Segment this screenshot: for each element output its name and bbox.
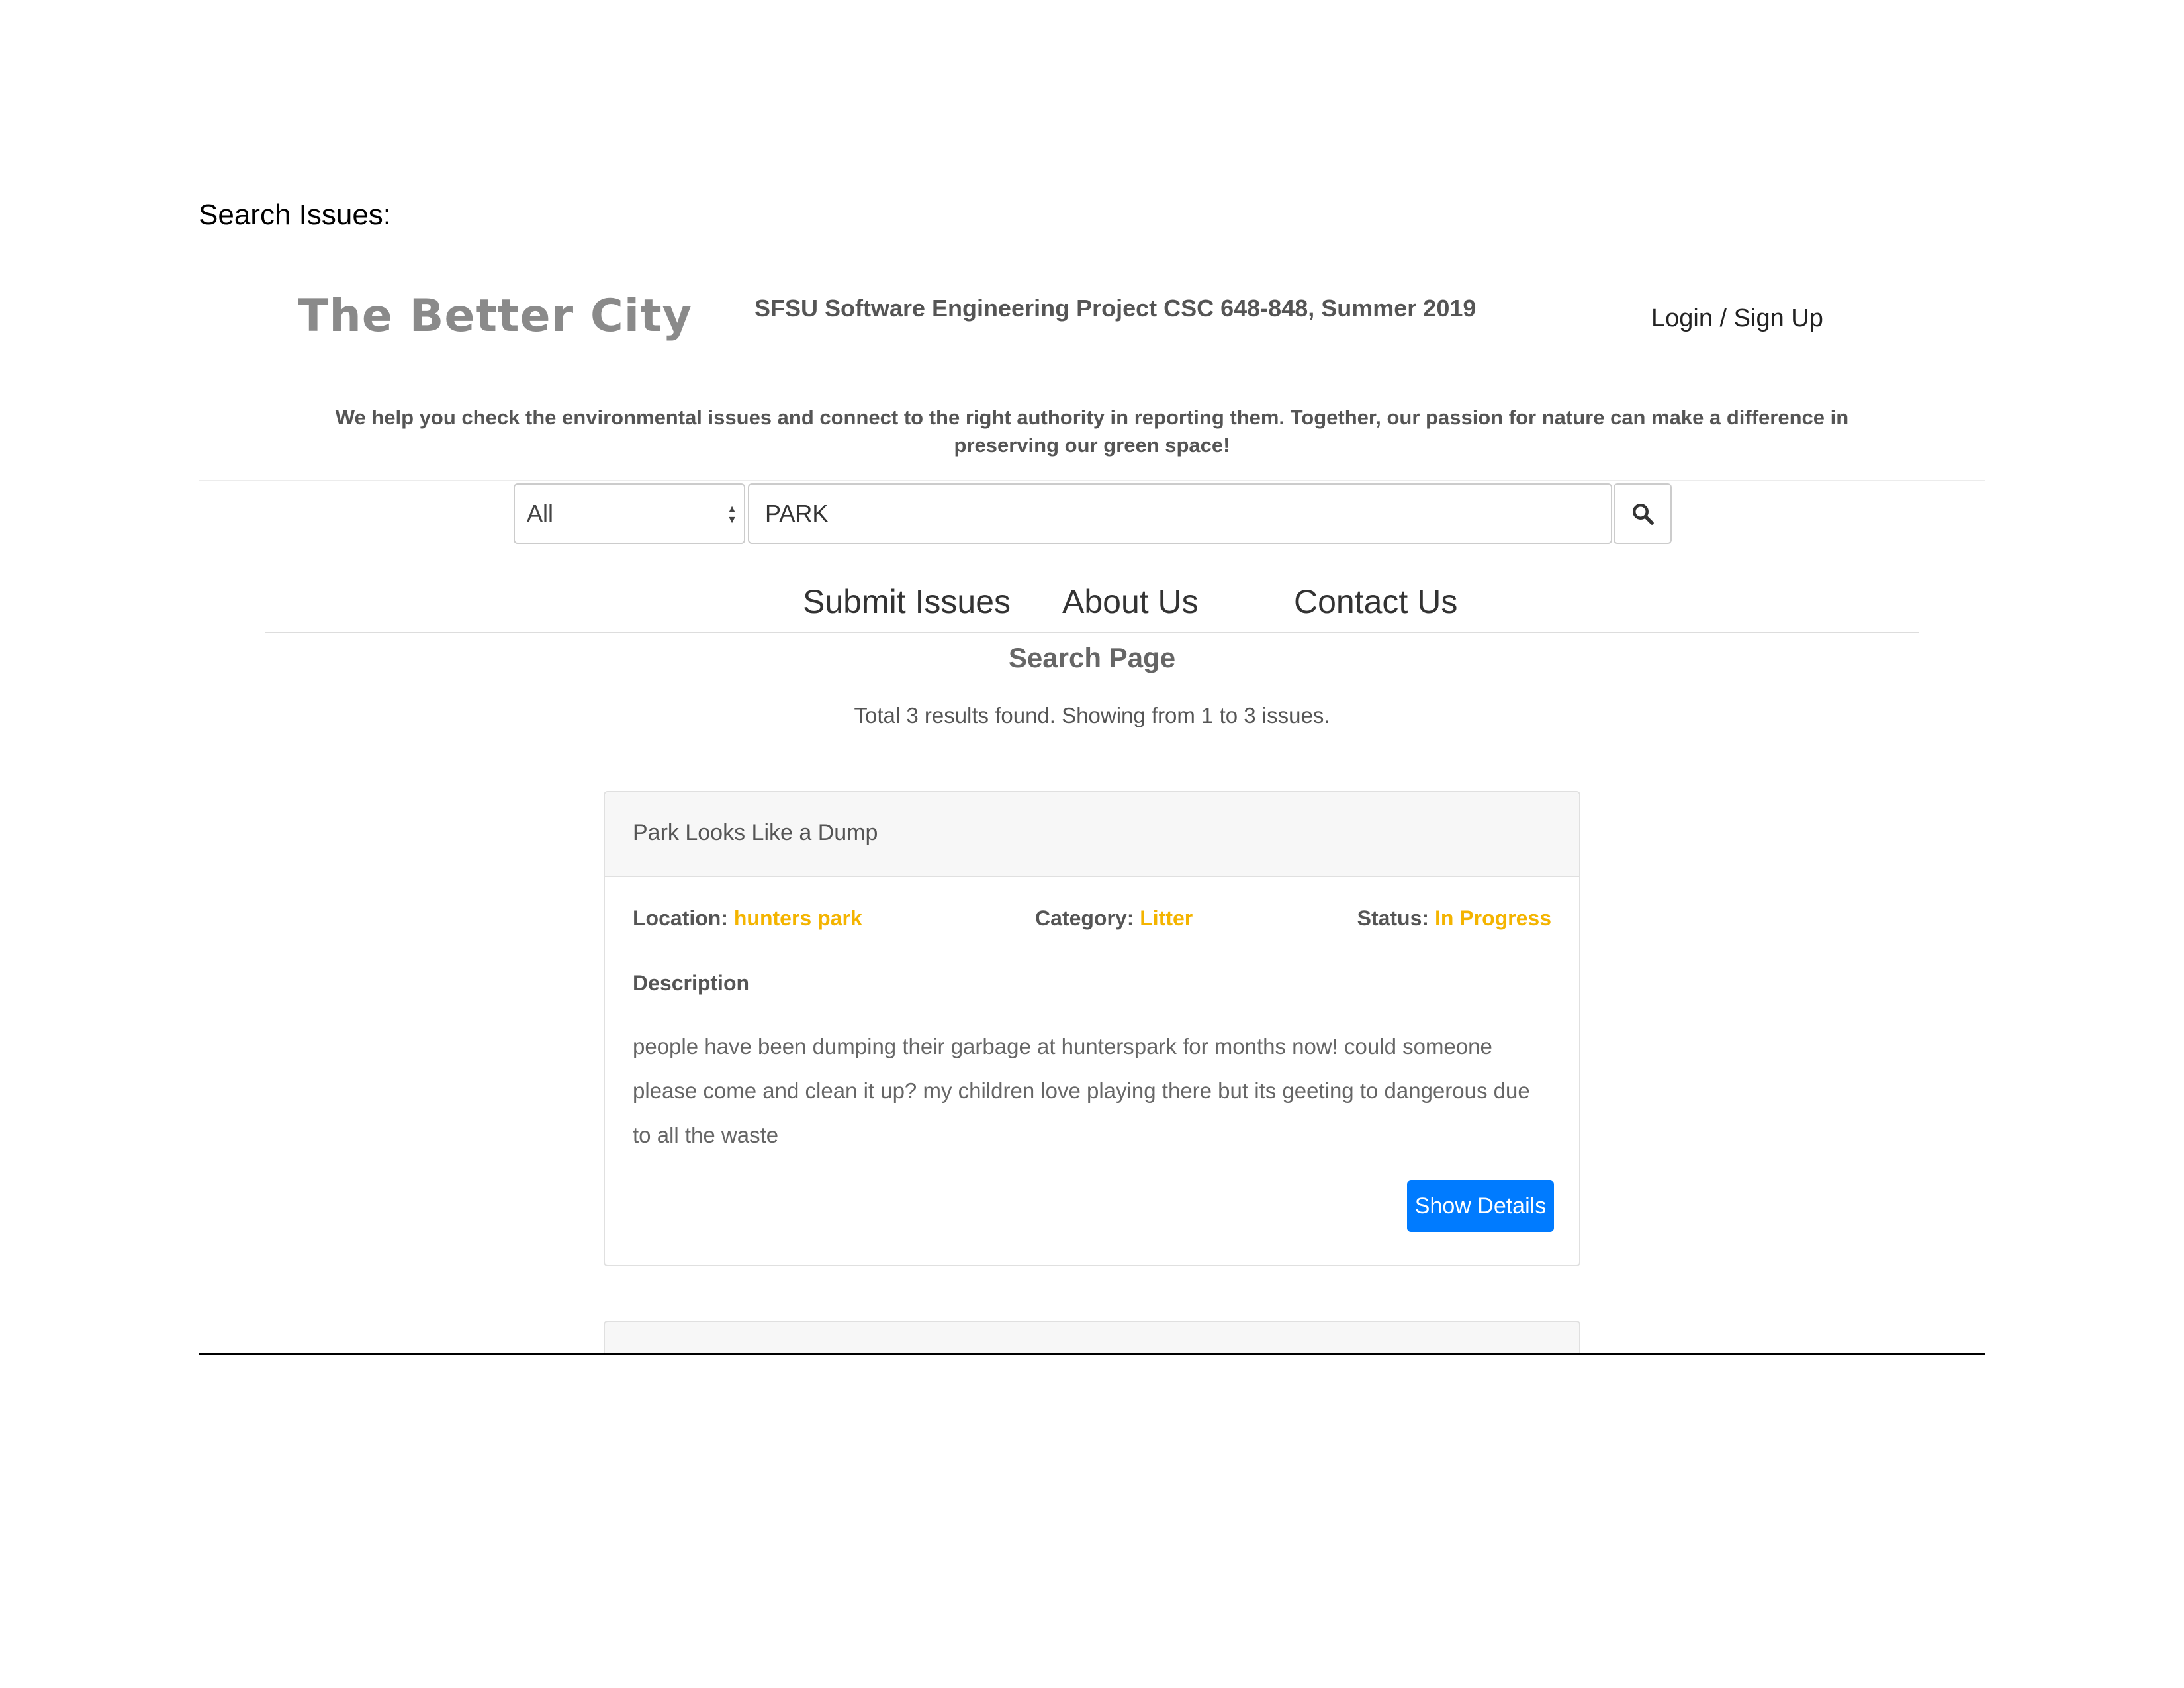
document-caption: Search Issues:: [199, 199, 392, 231]
issue-description: people have been dumping their garbage a…: [633, 1034, 1530, 1147]
category-value: Litter: [1140, 906, 1193, 930]
category-select-value: All: [527, 500, 554, 527]
issue-status: Status: In Progress: [1357, 906, 1551, 931]
issue-category: Category: Litter: [1035, 906, 1193, 931]
header-divider: [199, 480, 1985, 481]
issue-location: Location: hunters park: [633, 906, 862, 931]
issue-card-partial: [604, 1321, 1580, 1354]
search-input[interactable]: [748, 483, 1612, 544]
description-label: Description: [633, 971, 750, 995]
status-label: Status:: [1357, 906, 1430, 930]
site-logo[interactable]: The Better City: [298, 290, 692, 342]
nav-about-us[interactable]: About Us: [1062, 583, 1199, 621]
results-summary: Total 3 results found. Showing from 1 to…: [854, 703, 1330, 727]
nav-submit-issues[interactable]: Submit Issues: [803, 583, 1011, 621]
search-button[interactable]: [1614, 483, 1672, 544]
issue-card-header: Park Looks Like a Dump: [605, 792, 1579, 877]
nav-contact-us[interactable]: Contact Us: [1294, 583, 1457, 621]
show-details-button[interactable]: Show Details: [1407, 1180, 1554, 1232]
main-nav: Submit Issues About Us Contact Us: [199, 583, 1985, 622]
issue-title: Park Looks Like a Dump: [633, 820, 878, 845]
location-label: Location:: [633, 906, 728, 930]
select-arrows-icon: ▲ ▼: [727, 504, 737, 526]
nav-divider: [265, 632, 1919, 633]
category-select[interactable]: All ▲ ▼: [514, 483, 745, 544]
search-icon: [1633, 504, 1654, 525]
page-title: Search Page: [1008, 642, 1176, 673]
category-label: Category:: [1035, 906, 1134, 930]
issue-meta-row: Location: hunters park Category: Litter …: [633, 906, 1551, 935]
site-tagline: We help you check the environmental issu…: [335, 406, 1849, 457]
issue-card: Park Looks Like a Dump Location: hunters…: [604, 791, 1580, 1266]
document-rule: [199, 1353, 1985, 1355]
login-signup-link[interactable]: Login / Sign Up: [1651, 305, 1823, 333]
project-title: SFSU Software Engineering Project CSC 64…: [754, 295, 1477, 322]
screenshot-frame: The Better City SFSU Software Engineerin…: [199, 265, 1985, 1354]
location-value: hunters park: [733, 906, 862, 930]
status-value: In Progress: [1434, 906, 1551, 930]
